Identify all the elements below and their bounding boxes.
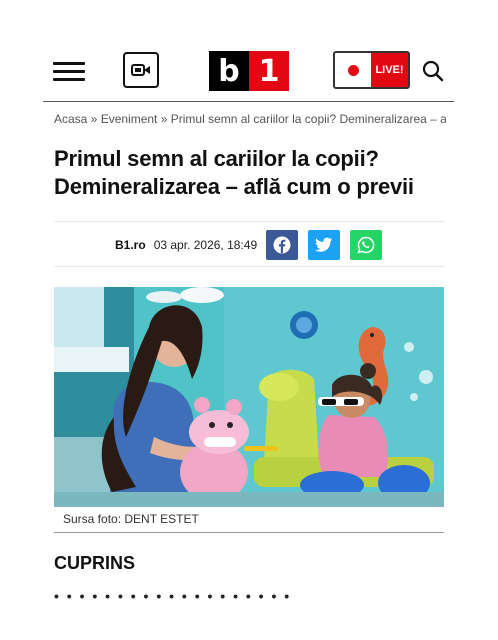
search-icon[interactable]	[422, 60, 444, 82]
share-whatsapp-button[interactable]	[350, 230, 383, 260]
header-divider	[43, 101, 454, 102]
photo-illustration	[54, 287, 444, 507]
article-date: 03 apr. 2026, 18:49	[153, 238, 258, 252]
toc-heading: CUPRINS	[54, 553, 136, 573]
share-twitter-button[interactable]	[308, 230, 341, 260]
caption-divider	[54, 532, 444, 533]
meta-divider-top	[54, 221, 444, 222]
share-facebook-button[interactable]	[266, 230, 299, 260]
whatsapp-icon	[357, 236, 375, 254]
logo-1: 1	[249, 51, 289, 91]
article-author[interactable]: B1.ro	[115, 238, 146, 252]
facebook-icon	[273, 236, 291, 254]
site-logo[interactable]: b 1	[209, 51, 289, 91]
logo-b: b	[209, 51, 249, 91]
article-photo	[54, 287, 444, 507]
video-camera-icon	[131, 64, 150, 76]
article-title: Primul semn al cariilor la copii? Demine…	[54, 146, 414, 199]
breadcrumb[interactable]: Acasa » Eveniment » Primul semn al carii…	[54, 112, 446, 126]
live-button[interactable]: LIVE!	[333, 51, 410, 89]
live-dot-container	[335, 53, 371, 87]
toc-first-item-cut: • • • • • • • • • • • • • • • • • • •	[54, 591, 292, 599]
live-label: LIVE!	[371, 53, 408, 87]
article-meta: B1.ro 03 apr. 2026, 18:49	[115, 230, 392, 260]
record-dot-icon	[347, 64, 359, 76]
video-button[interactable]	[123, 52, 159, 88]
twitter-icon	[315, 237, 333, 252]
photo-caption: Sursa foto: DENT ESTET	[63, 512, 199, 526]
meta-divider-bottom	[54, 266, 444, 267]
hamburger-icon[interactable]	[53, 62, 85, 82]
site-header: b 1 LIVE!	[0, 42, 498, 102]
